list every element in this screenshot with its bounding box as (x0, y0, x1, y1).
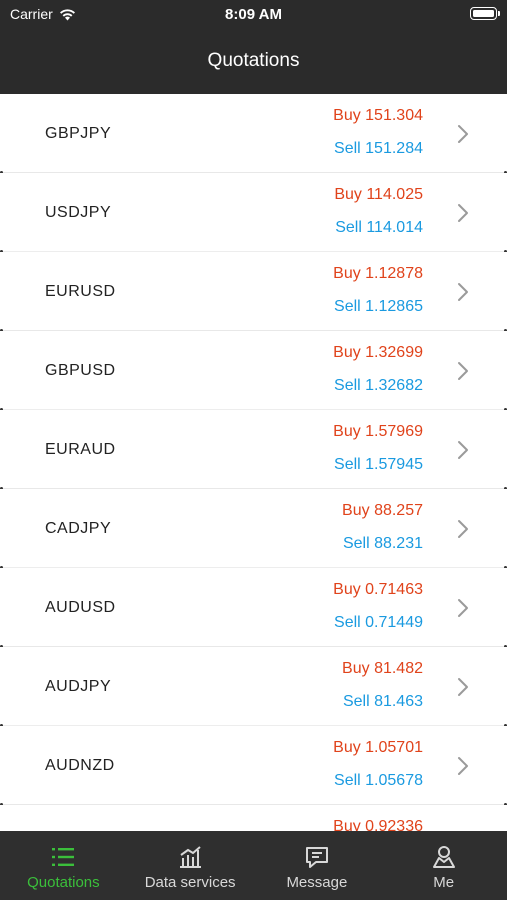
chevron-right-icon (457, 440, 469, 460)
chevron-right-icon (457, 282, 469, 302)
quote-row[interactable]: USDJPY Buy 114.025 Sell 114.014 (0, 173, 507, 253)
buy-price: Buy 0.71463 (333, 581, 423, 598)
chevron-right-icon (457, 519, 469, 539)
sell-price: Sell 88.231 (342, 535, 423, 552)
quote-symbol: CADJPY (45, 520, 112, 537)
buy-price: Buy 114.025 (334, 186, 423, 203)
quote-row[interactable]: GBPUSD Buy 1.32699 Sell 1.32682 (0, 331, 507, 411)
quote-symbol: USDJPY (45, 204, 112, 221)
chevron-right-icon (457, 361, 469, 381)
quote-row[interactable]: EURUSD Buy 1.12878 Sell 1.12865 (0, 252, 507, 332)
sell-price: Sell 1.32682 (334, 377, 423, 394)
tab-quotations[interactable]: Quotations (0, 831, 127, 900)
tab-data-services[interactable]: Data services (127, 831, 254, 900)
quote-row[interactable]: EURAUD Buy 1.57969 Sell 1.57945 (0, 410, 507, 490)
tab-label: Message (286, 874, 348, 891)
quote-row[interactable]: AUDNZD Buy 1.05701 Sell 1.05678 (0, 726, 507, 806)
tab-label: Me (433, 874, 455, 891)
quote-row[interactable]: GBPJPY Buy 151.304 Sell 151.284 (0, 94, 507, 174)
quote-symbol: AUDUSD (45, 599, 116, 616)
sell-price: Sell 114.014 (335, 219, 423, 236)
quote-row[interactable]: Buy 0.92336 (0, 805, 507, 831)
chevron-right-icon (457, 756, 469, 776)
sell-price: Sell 0.71449 (334, 614, 423, 631)
quote-list[interactable]: GBPJPY Buy 151.304 Sell 151.284 USDJPY Buy 1… (0, 94, 507, 831)
status-bar: Carrier 8:09 AM (0, 0, 507, 28)
quote-symbol: GBPUSD (45, 362, 116, 379)
chevron-right-icon (457, 203, 469, 223)
page-title: Quotations (207, 50, 300, 71)
chevron-right-icon (457, 124, 469, 144)
sell-price: Sell 1.12865 (334, 298, 423, 315)
tab-bar: Quotations Data services Message Me (0, 831, 507, 900)
tab-me[interactable]: Me (380, 831, 507, 900)
nav-bar: Quotations (0, 28, 507, 94)
tab-label: Data services (144, 874, 236, 891)
buy-price: Buy 0.92336 (333, 818, 423, 831)
quote-row[interactable]: AUDUSD Buy 0.71463 Sell 0.71449 (0, 568, 507, 648)
sell-price: Sell 1.05678 (334, 772, 423, 789)
buy-price: Buy 1.12878 (333, 265, 423, 282)
list-icon (50, 844, 76, 870)
chevron-right-icon (457, 598, 469, 618)
quote-row[interactable]: AUDJPY Buy 81.482 Sell 81.463 (0, 647, 507, 727)
buy-price: Buy 88.257 (342, 502, 423, 519)
tab-message[interactable]: Message (254, 831, 381, 900)
quote-symbol: AUDNZD (45, 757, 115, 774)
sell-price: Sell 81.463 (342, 693, 423, 710)
quote-symbol: GBPJPY (45, 125, 112, 142)
quote-symbol: EURUSD (45, 283, 116, 300)
chart-icon (177, 844, 203, 870)
chevron-right-icon (457, 677, 469, 697)
sell-price: Sell 1.57945 (334, 456, 423, 473)
quote-row[interactable]: CADJPY Buy 88.257 Sell 88.231 (0, 489, 507, 569)
buy-price: Buy 1.57969 (333, 423, 423, 440)
person-icon (431, 844, 457, 870)
battery-icon (470, 7, 500, 20)
buy-price: Buy 151.304 (333, 107, 423, 124)
message-icon (304, 844, 330, 870)
buy-price: Buy 81.482 (342, 660, 423, 677)
quote-symbol: EURAUD (45, 441, 116, 458)
tab-label: Quotations (27, 874, 100, 891)
sell-price: Sell 151.284 (334, 140, 423, 157)
buy-price: Buy 1.32699 (333, 344, 423, 361)
buy-price: Buy 1.05701 (333, 739, 423, 756)
status-time: 8:09 AM (225, 6, 282, 23)
app-screen: Carrier 8:09 AM Quotations GBPJPY Buy 151… (0, 0, 507, 900)
quote-symbol: AUDJPY (45, 678, 112, 695)
